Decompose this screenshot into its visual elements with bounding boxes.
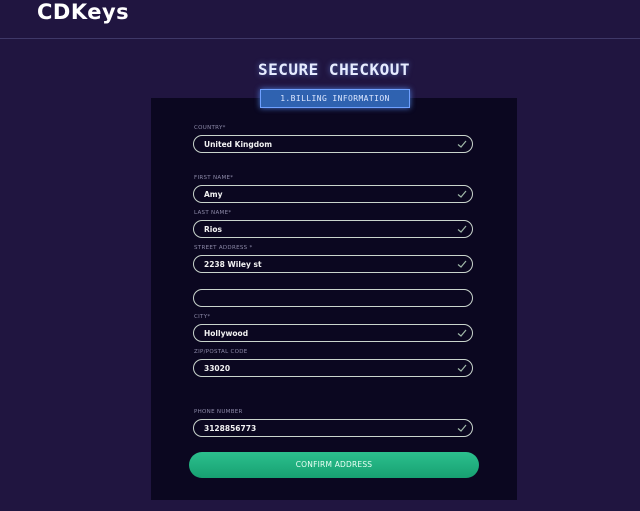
- first-name-label: FIRST NAME*: [194, 175, 234, 181]
- phone-label: PHONE NUMBER: [194, 409, 243, 415]
- first-name-field[interactable]: Amy: [193, 185, 473, 203]
- country-label: COUNTRY*: [194, 125, 226, 131]
- last-name-value: Rios: [204, 225, 222, 234]
- first-name-value: Amy: [204, 190, 223, 199]
- zip-field[interactable]: 33020: [193, 359, 473, 377]
- zip-label: ZIP/POSTAL CODE: [194, 349, 248, 355]
- check-icon: [457, 424, 467, 432]
- site-header: CDKeys: [0, 0, 640, 39]
- street-address-line2-field[interactable]: [193, 289, 473, 307]
- street-address-field[interactable]: 2238 Wiley st: [193, 255, 473, 273]
- phone-value: 3128856773: [204, 424, 257, 433]
- last-name-field[interactable]: Rios: [193, 220, 473, 238]
- confirm-address-button[interactable]: CONFIRM ADDRESS: [189, 452, 479, 478]
- check-icon: [457, 190, 467, 198]
- zip-value: 33020: [204, 364, 231, 373]
- check-icon: [457, 329, 467, 337]
- phone-field[interactable]: 3128856773: [193, 419, 473, 437]
- city-field[interactable]: Hollywood: [193, 324, 473, 342]
- city-label: CITY*: [194, 314, 211, 320]
- check-icon: [457, 225, 467, 233]
- check-icon: [457, 260, 467, 268]
- country-select[interactable]: United Kingdom: [193, 135, 473, 153]
- cdkeys-logo[interactable]: CDKeys: [37, 0, 129, 24]
- street-address-value: 2238 Wiley st: [204, 260, 262, 269]
- check-icon: [457, 364, 467, 372]
- city-value: Hollywood: [204, 329, 249, 338]
- street-address-label: STREET ADDRESS *: [194, 245, 253, 251]
- last-name-label: LAST NAME*: [194, 210, 232, 216]
- step-badge: 1.BILLING INFORMATION: [260, 89, 410, 108]
- page-title: SECURE CHECKOUT: [258, 60, 410, 79]
- check-icon: [457, 140, 467, 148]
- country-value: United Kingdom: [204, 140, 273, 149]
